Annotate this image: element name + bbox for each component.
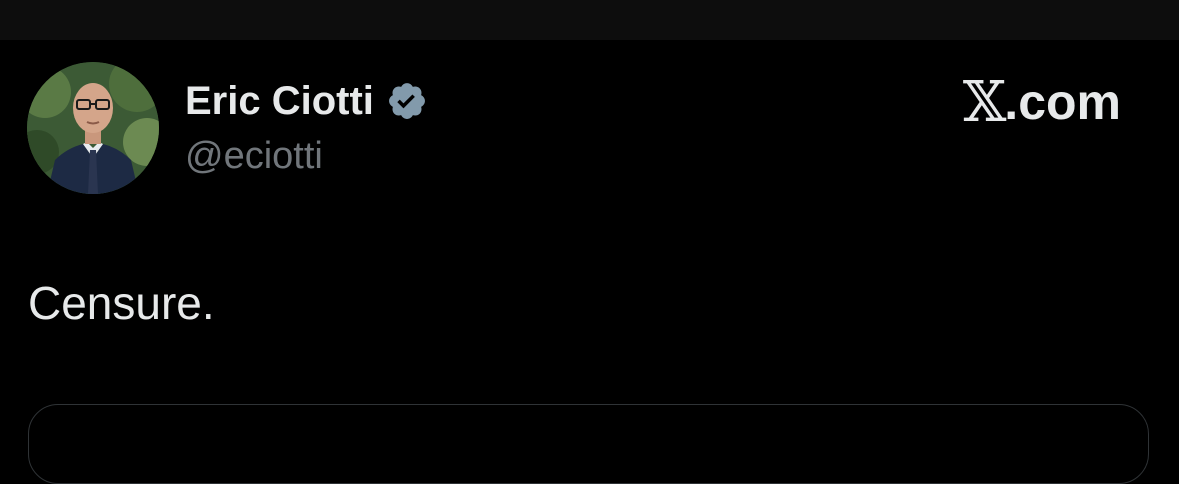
- author-name-row[interactable]: Eric Ciotti: [185, 76, 428, 126]
- top-bar: [0, 0, 1179, 40]
- brand-label: 𝕏 .com: [963, 70, 1121, 135]
- brand-domain: .com: [1004, 74, 1121, 130]
- x-logo-icon: 𝕏: [962, 69, 1006, 135]
- author-handle[interactable]: @eciotti: [185, 135, 323, 178]
- avatar[interactable]: [27, 62, 159, 194]
- verified-badge-icon: [386, 80, 428, 122]
- avatar-photo: [27, 62, 159, 194]
- tweet-text: Censure.: [28, 277, 215, 329]
- author-display-name[interactable]: Eric Ciotti: [185, 79, 374, 124]
- embedded-card[interactable]: [28, 404, 1149, 484]
